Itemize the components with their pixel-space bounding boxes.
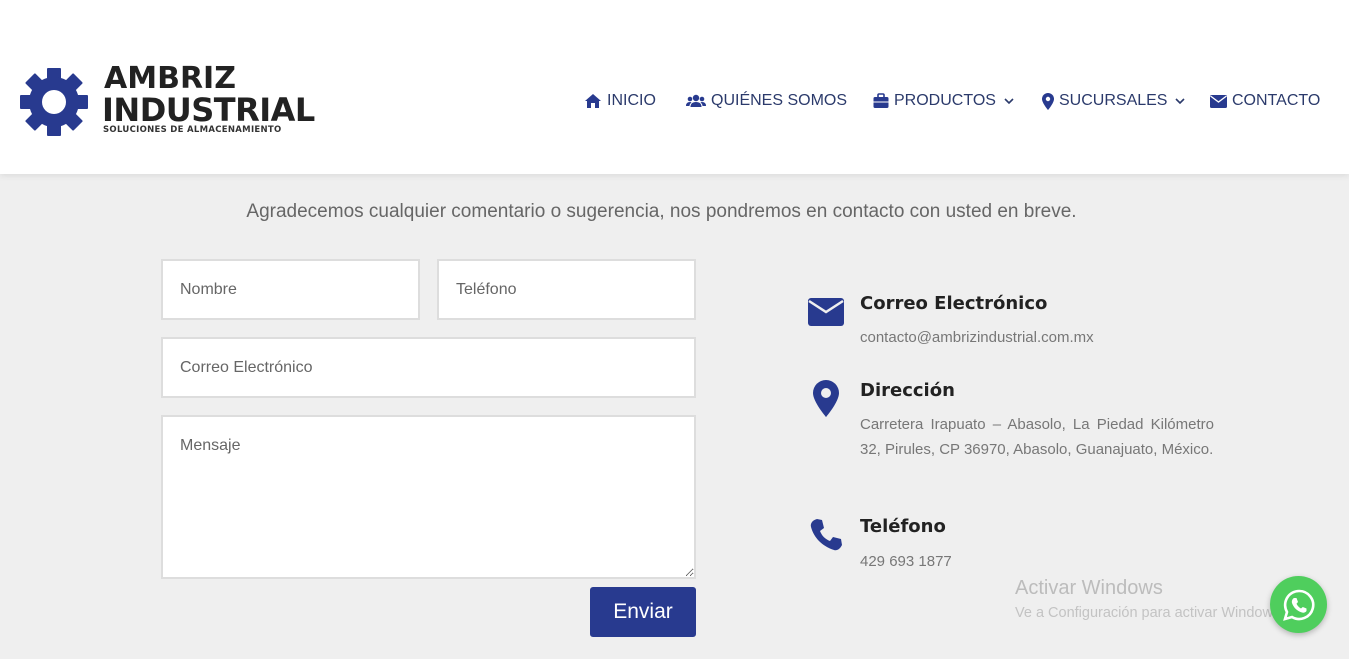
nav-item-inicio[interactable]: INICIO [584,90,656,112]
phone-field[interactable] [437,259,696,320]
nav-label-quienes-somos: QUIÉNES SOMOS [711,92,848,109]
nav-label-contacto: CONTACTO [1232,92,1321,109]
chevron-down-icon [1175,98,1186,105]
logo-tagline: SOLUCIONES DE ALMACENAMIENTO [103,125,282,135]
nav-item-contacto[interactable]: CONTACTO [1210,90,1320,112]
whatsapp-icon [1282,589,1314,621]
email-field[interactable] [161,337,696,398]
intro-text: Agradecemos cualquier comentario o suger… [246,201,1077,222]
nav-item-sucursales[interactable]: SUCURSALES [1042,90,1186,112]
submit-button[interactable]: Enviar [590,587,696,637]
map-marker-icon [813,380,839,417]
email-title: Correo Electrónico [860,293,1048,314]
users-icon [686,94,706,107]
nav-label-productos: PRODUCTOS [894,92,996,109]
address-value: Carretera Irapuato – Abasolo, La Piedad … [860,416,1214,458]
envelope-icon [808,298,844,326]
activation-watermark-title: Activar Windows [1015,577,1163,599]
site-header: AMBRIZ INDUSTRIAL SOLUCIONES DE ALMACENA… [0,0,1349,174]
chevron-down-icon [1004,98,1014,105]
logo[interactable]: AMBRIZ INDUSTRIAL SOLUCIONES DE ALMACENA… [20,62,320,138]
address-title: Dirección [860,380,955,401]
nav-item-quienes-somos[interactable]: QUIÉNES SOMOS [686,90,847,112]
phone-icon [810,519,842,551]
nav-item-productos[interactable]: PRODUCTOS [873,90,1014,112]
nav-label-sucursales: SUCURSALES [1059,92,1168,109]
map-marker-icon [1042,92,1054,110]
name-field[interactable] [161,259,420,320]
home-icon [585,94,601,108]
activation-watermark-subtitle: Ve a Configuración para activar Windows. [1015,605,1275,621]
gear-icon [20,68,88,136]
phone-value[interactable]: 429 693 1877 [860,553,952,570]
phone-title: Teléfono [860,516,946,537]
whatsapp-button[interactable] [1270,576,1327,633]
envelope-icon [1210,94,1227,108]
briefcase-icon [873,93,889,108]
message-field[interactable] [161,415,696,579]
email-value[interactable]: contacto@ambrizindustrial.com.mx [860,329,1094,346]
nav-label-inicio: INICIO [607,92,656,109]
logo-line-2: INDUSTRIAL [102,91,315,129]
